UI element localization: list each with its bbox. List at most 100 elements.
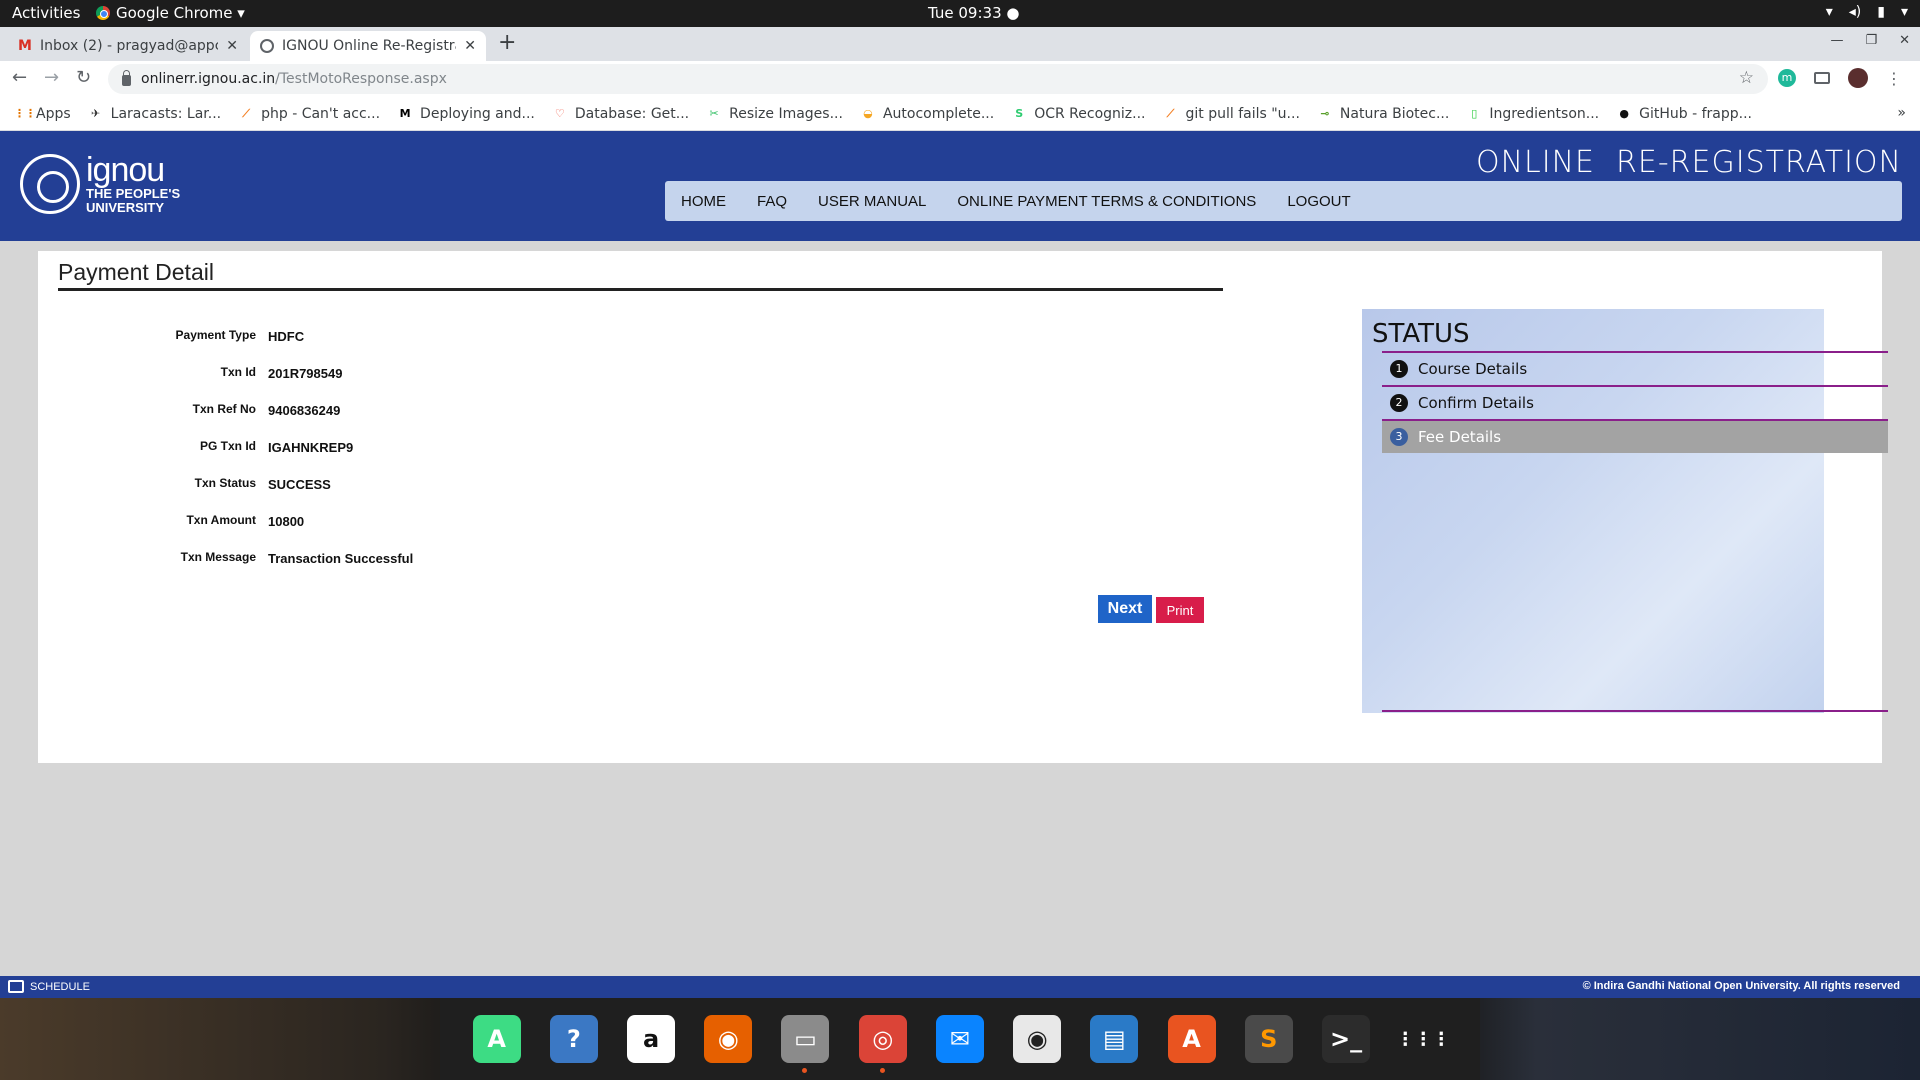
tab-gmail[interactable]: M Inbox (2) - pragyad@appc ✕	[8, 31, 248, 61]
bookmark-item[interactable]: ♡ Database: Get...	[553, 106, 689, 122]
close-window-icon[interactable]: ✕	[1899, 33, 1910, 48]
help-icon[interactable]: ?	[549, 1015, 598, 1063]
nav-user-manual[interactable]: USER MANUAL	[818, 193, 926, 210]
amazon-icon[interactable]: a	[627, 1015, 676, 1063]
globe-icon	[260, 39, 274, 53]
minimize-icon[interactable]: —	[1830, 33, 1843, 48]
calendar-icon	[8, 980, 24, 993]
url-path: /TestMotoResponse.aspx	[275, 71, 447, 87]
bookmark-item[interactable]: ✂ Resize Images...	[707, 106, 843, 122]
wifi-icon: ▾	[1825, 4, 1833, 20]
bookmark-label: Deploying and...	[420, 105, 535, 122]
extension-area: m ⋮	[1778, 68, 1902, 88]
bookmark-favicon-icon: ✂	[709, 106, 719, 120]
bookmark-item[interactable]: ⊸ Natura Biotec...	[1318, 106, 1449, 122]
bookmark-item[interactable]: M Deploying and...	[398, 106, 535, 122]
nav-logout[interactable]: LOGOUT	[1287, 193, 1350, 210]
bookmark-star-icon[interactable]: ☆	[1739, 68, 1754, 88]
bookmark-label: php - Can't acc...	[261, 105, 381, 122]
app-grid-icon[interactable]: ⋮⋮⋮	[1396, 1015, 1450, 1063]
next-button[interactable]: Next	[1098, 595, 1152, 623]
close-icon[interactable]: ✕	[226, 38, 238, 54]
clock[interactable]: Tue 09:33 ●	[928, 4, 1019, 22]
chrome-icon[interactable]: ◎	[858, 1015, 907, 1073]
bookmark-item[interactable]: ▯ Ingredientson...	[1467, 106, 1599, 122]
nav-payment-terms[interactable]: ONLINE PAYMENT TERMS & CONDITIONS	[957, 193, 1256, 210]
reload-icon[interactable]: ↻	[76, 67, 91, 88]
status-step-label: Course Details	[1418, 360, 1528, 378]
tab-title: IGNOU Online Re-Registra	[282, 38, 457, 54]
detail-value: IGAHNKREP9	[268, 440, 354, 455]
camera-extension-icon[interactable]	[1814, 72, 1830, 84]
title-divider	[58, 288, 1223, 291]
detail-label: Txn Ref No	[192, 402, 256, 416]
detail-row-txn-amount: Txn Amount 10800	[38, 513, 413, 550]
new-tab-button[interactable]: +	[498, 30, 516, 55]
address-bar[interactable]: onlinerr.ignou.ac.in/TestMotoResponse.as…	[108, 64, 1768, 94]
chrome-menu-icon[interactable]: ⋮	[1886, 69, 1902, 88]
detail-row-txn-message: Txn Message Transaction Successful	[38, 550, 414, 587]
system-tray[interactable]: ▾ ◂) ▮ ▾	[1826, 4, 1908, 20]
android-studio-icon[interactable]: A	[472, 1015, 521, 1063]
bookmark-favicon-icon: ⋮⋮	[14, 106, 36, 120]
detail-value: SUCCESS	[268, 477, 331, 492]
browser-toolbar: ← → ↻ onlinerr.ignou.ac.in/TestMotoRespo…	[0, 61, 1920, 97]
bookmark-item[interactable]: ⟋ git pull fails "u...	[1164, 106, 1300, 122]
logo-tagline-1: THE PEOPLE'S	[86, 186, 181, 201]
back-icon[interactable]: ←	[12, 67, 27, 88]
volume-icon: ◂)	[1848, 4, 1862, 20]
bookmark-item[interactable]: S OCR Recogniz...	[1012, 106, 1145, 122]
bookmark-label: Natura Biotec...	[1339, 105, 1450, 122]
lock-icon[interactable]	[122, 70, 131, 86]
tab-ignou[interactable]: IGNOU Online Re-Registra ✕	[250, 31, 486, 61]
power-icon: ▾	[1900, 4, 1908, 20]
bookmark-item[interactable]: ⋮⋮ Apps	[14, 106, 71, 122]
bookmark-favicon-icon: ▯	[1471, 106, 1478, 120]
firefox-icon[interactable]: ◉	[704, 1015, 753, 1063]
bookmark-favicon-icon: ♡	[554, 106, 565, 120]
forward-icon[interactable]: →	[44, 67, 59, 88]
chrome-icon	[96, 6, 110, 20]
thunderbird-icon[interactable]: ✉	[935, 1015, 984, 1063]
logo-tagline-2: UNIVERSITY	[86, 200, 165, 215]
activities-button[interactable]: Activities	[12, 4, 80, 22]
app-menu[interactable]: Google Chrome ▾	[96, 4, 245, 22]
print-button[interactable]: Print	[1156, 597, 1204, 623]
bookmark-item[interactable]: ● GitHub - frapp...	[1617, 106, 1752, 122]
files-icon[interactable]: ▭	[781, 1015, 830, 1073]
bookmark-label: Resize Images...	[729, 105, 843, 122]
sublime-text-icon[interactable]: S	[1244, 1015, 1293, 1063]
detail-row-pg-txn-id: PG Txn Id IGAHNKREP9	[38, 439, 413, 476]
site-footer: SCHEDULE © Indira Gandhi National Open U…	[0, 976, 1920, 998]
terminal-icon[interactable]: >_	[1322, 1015, 1371, 1063]
schedule-link[interactable]: SCHEDULE	[8, 980, 90, 993]
bookmarks-overflow-icon[interactable]: »	[1897, 105, 1906, 121]
detail-label: Txn Message	[180, 550, 256, 564]
extension-m-icon[interactable]: m	[1778, 69, 1796, 87]
status-bottom-rule	[1382, 710, 1888, 712]
ignou-logo[interactable]: ignou THE PEOPLE'S UNIVERSITY	[20, 153, 180, 215]
writer-icon[interactable]: ▤	[1090, 1015, 1139, 1063]
detail-row-txn-id: Txn Id 201R798549	[38, 365, 413, 402]
bookmark-item[interactable]: ✈ Laracasts: Lar...	[89, 106, 221, 122]
site-title: ONLINE RE-REGISTRATION	[1475, 145, 1902, 180]
nav-home[interactable]: HOME	[681, 193, 726, 210]
restore-icon[interactable]: ❐	[1865, 33, 1877, 48]
bookmark-item[interactable]: ⟋ php - Can't acc...	[239, 106, 380, 122]
nav-faq[interactable]: FAQ	[757, 193, 787, 210]
profile-avatar[interactable]	[1848, 68, 1868, 88]
page-title: Payment Detail	[58, 259, 214, 285]
copyright: © Indira Gandhi National Open University…	[1582, 980, 1900, 992]
close-icon[interactable]: ✕	[464, 38, 476, 54]
bookmark-label: Autocomplete...	[882, 105, 995, 122]
bookmark-label: OCR Recogniz...	[1034, 105, 1146, 122]
status-step-label: Fee Details	[1418, 428, 1502, 446]
bookmark-item[interactable]: ◒ Autocomplete...	[861, 106, 994, 122]
logo-wordmark: ignou	[86, 151, 165, 189]
bookmark-label: Ingredientson...	[1489, 105, 1600, 122]
bookmark-favicon-icon: ⟋	[1166, 106, 1175, 120]
logo-text: ignou THE PEOPLE'S UNIVERSITY	[86, 153, 180, 215]
rhythmbox-icon[interactable]: ◉	[1013, 1015, 1062, 1063]
tab-title: Inbox (2) - pragyad@appc	[39, 38, 219, 54]
software-center-icon[interactable]: A	[1167, 1015, 1216, 1063]
